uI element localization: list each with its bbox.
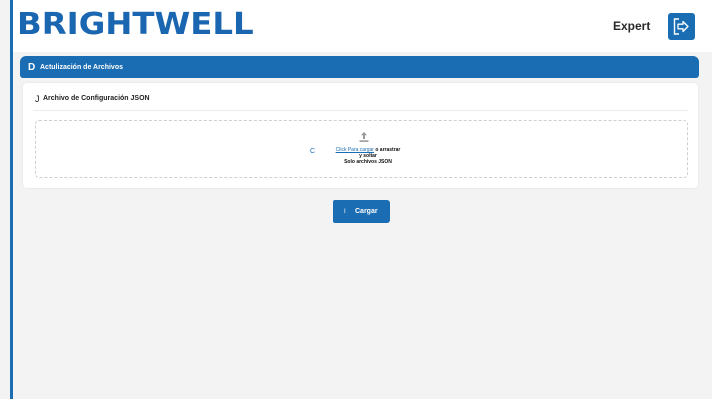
top-header: BRIGHTWELL Expert — [13, 0, 712, 52]
left-accent-rail — [10, 0, 13, 399]
section-title: Actulización de Archivos — [40, 63, 123, 71]
upload-button-label: Cargar — [355, 208, 378, 215]
card-title-icon: J — [35, 94, 40, 104]
card-title-row: J Archivo de Configuración JSON — [35, 92, 150, 104]
json-config-card: J Archivo de Configuración JSON C Click … — [23, 83, 698, 188]
user-role-label: Expert — [613, 19, 651, 33]
logout-button[interactable] — [668, 13, 695, 40]
section-icon: D — [28, 61, 36, 73]
brand-logo: BRIGHTWELL — [17, 7, 254, 42]
upload-button-icon: I — [344, 208, 346, 215]
dropzone-drag-text: o arrastrar — [375, 147, 401, 153]
section-header-file-update: D Actulización de Archivos — [20, 56, 699, 78]
upload-button[interactable]: I Cargar — [333, 200, 390, 223]
dropzone-instructions: Click Para cargar o arrastrar y soltar S… — [328, 147, 408, 165]
dropzone-hint: Solo archivos JSON — [344, 159, 392, 165]
dropzone-line-3: Solo archivos JSON — [328, 159, 408, 165]
upload-tray-icon — [359, 132, 369, 142]
file-dropzone[interactable]: C Click Para cargar o arrastrar y soltar… — [35, 120, 688, 178]
card-divider — [33, 110, 688, 111]
card-title: Archivo de Configuración JSON — [43, 94, 150, 102]
dropzone-side-icon: C — [310, 148, 316, 155]
logout-arrow-icon — [673, 18, 689, 35]
